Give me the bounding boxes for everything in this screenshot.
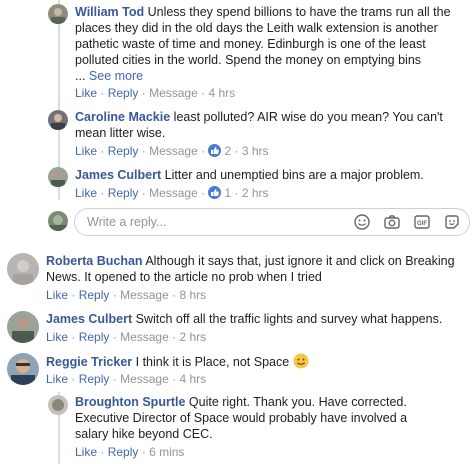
comment-actions: Like · Reply · Message · 2 hrs <box>46 330 207 344</box>
comment-actions: Like · Reply · Message · 8 hrs <box>46 288 207 302</box>
gif-icon[interactable]: GIF <box>413 213 431 231</box>
message-link[interactable]: Message <box>120 288 169 302</box>
smiley-emoji-icon <box>293 353 309 373</box>
like-link[interactable]: Like <box>46 288 68 302</box>
timestamp[interactable]: 2 hrs <box>179 330 206 344</box>
author-name[interactable]: James Culbert <box>75 168 161 182</box>
message-link[interactable]: Message <box>120 330 169 344</box>
comment-body: Litter and unemptied bins are a major pr… <box>164 168 424 182</box>
like-reaction-icon[interactable] <box>208 186 222 199</box>
comment-actions: Like · Reply · Message · 2 · 3 hrs <box>75 144 269 158</box>
avatar[interactable] <box>48 4 68 24</box>
timestamp[interactable]: 4 hrs <box>179 372 206 386</box>
reply-link[interactable]: Reply <box>108 86 139 100</box>
timestamp[interactable]: 4 hrs <box>208 86 235 100</box>
reply-link[interactable]: Reply <box>79 372 110 386</box>
message-link[interactable]: Message <box>149 186 198 200</box>
timestamp[interactable]: 8 hrs <box>179 288 206 302</box>
timestamp[interactable]: 6 mins <box>149 445 184 459</box>
message-link[interactable]: Message <box>149 86 198 100</box>
reply-link[interactable]: Reply <box>108 186 139 200</box>
like-link[interactable]: Like <box>75 445 97 459</box>
comment-caroline-mackie: Caroline Mackie least polluted? AIR wise… <box>75 109 465 141</box>
avatar[interactable] <box>7 311 39 343</box>
author-name[interactable]: James Culbert <box>46 312 132 326</box>
reply-input[interactable]: Write a reply... GIF <box>74 208 470 236</box>
comment-body: I think it is Place, not Space <box>135 355 290 369</box>
comment-body: Switch off all the traffic lights and su… <box>135 312 443 326</box>
camera-icon[interactable] <box>383 213 401 231</box>
reply-link[interactable]: Reply <box>79 330 110 344</box>
see-more-link[interactable]: See more <box>89 69 143 83</box>
sticker-icon[interactable] <box>443 213 461 231</box>
reply-link[interactable]: Reply <box>108 144 139 158</box>
author-name[interactable]: William Tod <box>75 5 144 19</box>
avatar[interactable] <box>48 110 68 130</box>
message-link[interactable]: Message <box>120 372 169 386</box>
author-name[interactable]: Broughton Spurtle <box>75 395 185 409</box>
author-name[interactable]: Roberta Buchan <box>46 254 143 268</box>
avatar[interactable] <box>7 253 39 285</box>
current-user-avatar <box>48 211 68 231</box>
comment-james-culbert: James Culbert Litter and unemptied bins … <box>75 167 465 183</box>
avatar[interactable] <box>48 395 68 415</box>
reply-placeholder: Write a reply... <box>87 215 167 229</box>
comment-actions: Like · Reply · 6 mins <box>75 445 185 459</box>
like-link[interactable]: Like <box>75 144 97 158</box>
comment-actions: Like · Reply · Message · 1 · 2 hrs <box>75 186 269 200</box>
avatar[interactable] <box>7 353 39 385</box>
reaction-count[interactable]: 2 <box>224 144 231 158</box>
like-link[interactable]: Like <box>46 330 68 344</box>
reply-link[interactable]: Reply <box>108 445 139 459</box>
emoji-icon[interactable] <box>353 213 371 231</box>
message-link[interactable]: Message <box>149 144 198 158</box>
comment-actions: Like · Reply · Message · 4 hrs <box>75 86 236 100</box>
comment-james-culbert-2: James Culbert Switch off all the traffic… <box>46 311 466 327</box>
author-name[interactable]: Reggie Tricker <box>46 355 132 369</box>
comment-actions: Like · Reply · Message · 4 hrs <box>46 372 207 386</box>
comment-text: William Tod Unless they spend billions t… <box>75 5 451 83</box>
like-reaction-icon[interactable] <box>208 144 222 157</box>
svg-text:GIF: GIF <box>417 221 427 227</box>
timestamp[interactable]: 2 hrs <box>242 186 269 200</box>
comment-roberta-buchan: Roberta Buchan Although it says that, ju… <box>46 253 466 285</box>
author-name[interactable]: Caroline Mackie <box>75 110 170 124</box>
like-link[interactable]: Like <box>46 372 68 386</box>
avatar[interactable] <box>48 167 68 187</box>
like-link[interactable]: Like <box>75 186 97 200</box>
comment-reggie-tricker: Reggie Tricker I think it is Place, not … <box>46 353 466 373</box>
timestamp[interactable]: 3 hrs <box>242 144 269 158</box>
reply-link[interactable]: Reply <box>79 288 110 302</box>
reaction-count[interactable]: 1 <box>224 186 231 200</box>
like-link[interactable]: Like <box>75 86 97 100</box>
comment-broughton-spurtle: Broughton Spurtle Quite right. Thank you… <box>75 394 415 442</box>
